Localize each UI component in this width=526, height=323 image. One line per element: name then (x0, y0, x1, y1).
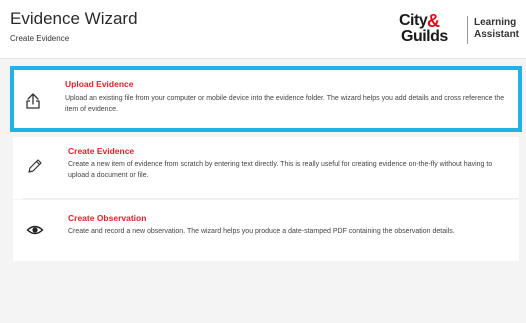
pencil-icon (26, 157, 44, 175)
page-title: Evidence Wizard (10, 9, 138, 28)
upload-evidence-description: Upload an existing file from your comput… (65, 95, 505, 113)
upload-icon (24, 92, 42, 110)
create-evidence-option[interactable]: Create Evidence Create a new item of evi… (13, 137, 519, 199)
city-and-guilds-logo: City & Guilds Learning Assistant (397, 11, 521, 48)
option-divider (23, 198, 519, 199)
logo-text-guilds: Guilds (401, 28, 448, 45)
upload-evidence-title: Upload Evidence (65, 79, 134, 89)
create-evidence-title: Create Evidence (68, 146, 135, 156)
logo-text-city: City (399, 12, 428, 29)
wizard-header: Evidence Wizard Create Evidence City & G… (0, 0, 526, 59)
logo-brand-mark: City & Guilds (397, 11, 465, 48)
create-evidence-description: Create a new item of evidence from scrat… (68, 161, 493, 179)
logo-tagline-line-1: Learning (474, 17, 517, 28)
create-observation-title: Create Observation (68, 213, 147, 223)
create-observation-description: Create and record a new observation. The… (68, 228, 455, 235)
eye-icon (26, 221, 44, 239)
logo-divider (467, 16, 468, 44)
create-observation-option[interactable]: Create Observation Create and record a n… (13, 200, 519, 261)
logo-tagline-line-2: Assistant (474, 29, 520, 40)
logo-tagline: Learning Assistant (474, 17, 519, 41)
page-subtitle: Create Evidence (10, 34, 70, 43)
upload-evidence-option[interactable]: Upload Evidence Upload an existing file … (10, 66, 522, 132)
